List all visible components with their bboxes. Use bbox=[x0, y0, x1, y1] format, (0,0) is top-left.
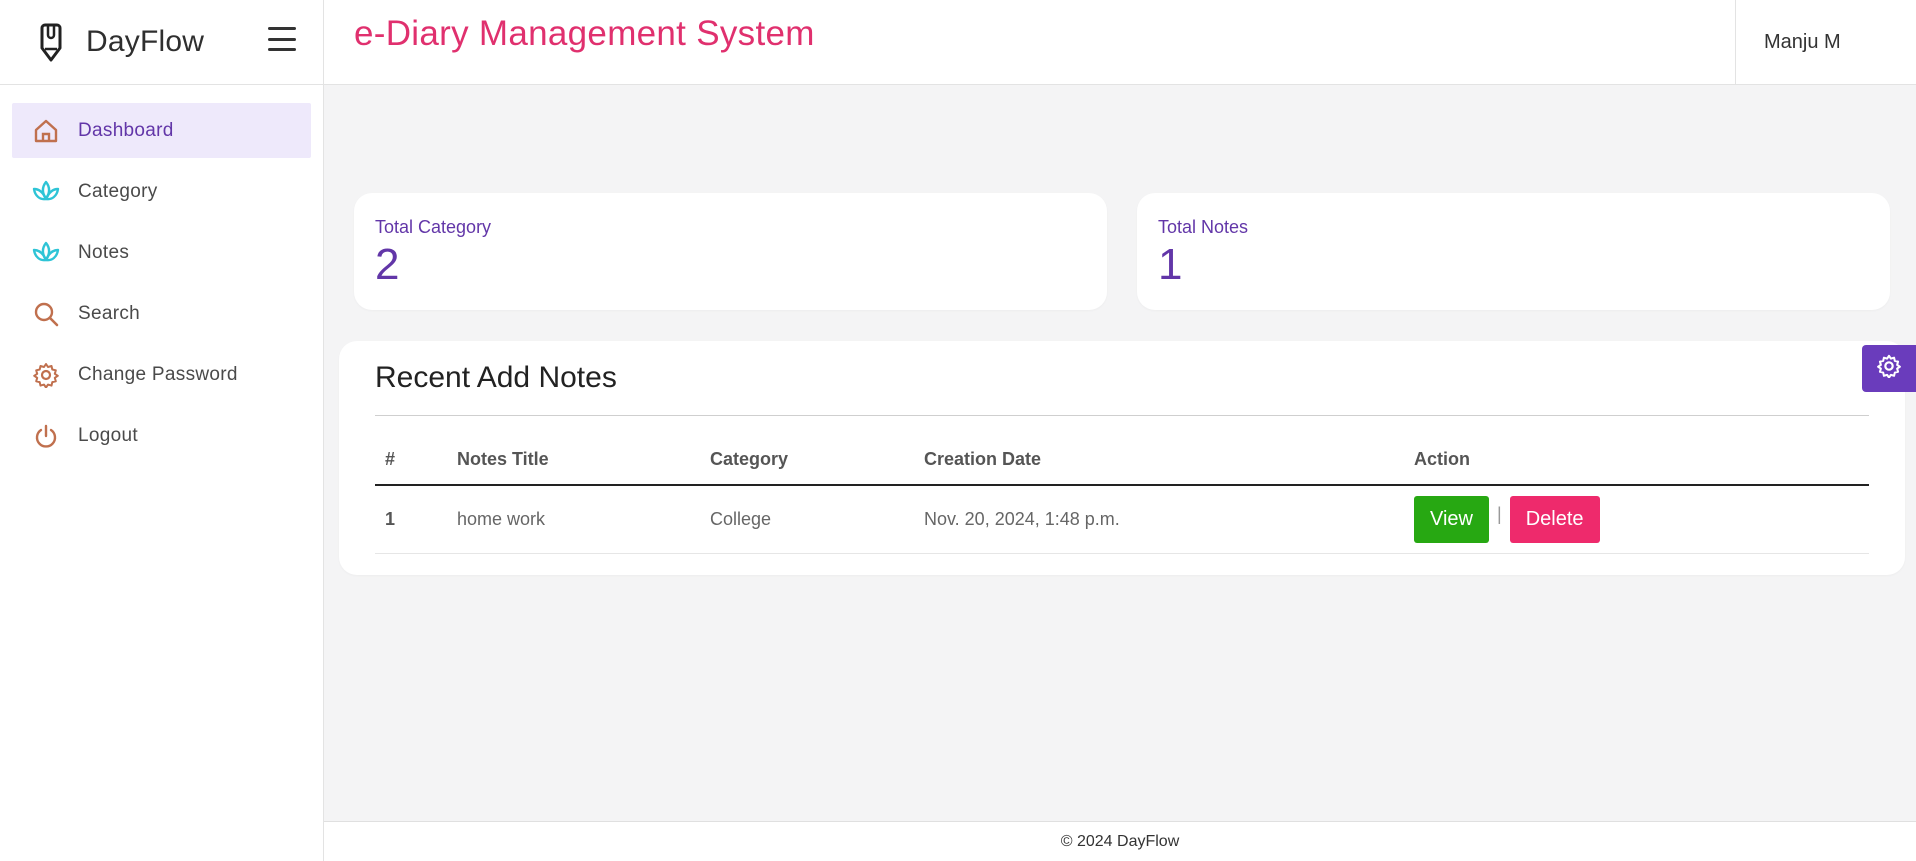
settings-toggle[interactable] bbox=[1862, 345, 1916, 392]
note-category: College bbox=[700, 485, 914, 554]
menu-toggle-icon[interactable] bbox=[268, 27, 296, 51]
gear-icon bbox=[1877, 354, 1901, 383]
sidebar-item-category[interactable]: Category bbox=[12, 164, 311, 219]
power-icon bbox=[32, 422, 60, 450]
pen-icon bbox=[36, 20, 66, 64]
notes-table: # Notes Title Category Creation Date Act… bbox=[375, 434, 1869, 554]
sidebar: DayFlow Dashboard Category Notes Search bbox=[0, 0, 324, 861]
row-actions: View | Delete bbox=[1404, 485, 1869, 554]
column-header-creation-date: Creation Date bbox=[914, 434, 1404, 486]
column-header-category: Category bbox=[700, 434, 914, 486]
stat-label: Total Category bbox=[375, 217, 492, 237]
sidebar-item-label: Logout bbox=[78, 424, 138, 446]
section-title: Recent Add Notes bbox=[375, 361, 1869, 416]
stat-value: 2 bbox=[375, 240, 400, 289]
table-header-row: # Notes Title Category Creation Date Act… bbox=[375, 434, 1869, 486]
sidebar-item-label: Search bbox=[78, 302, 141, 324]
footer-text: © 2024 DayFlow bbox=[1060, 832, 1180, 850]
action-separator: | bbox=[1497, 504, 1502, 524]
page-title: e-Diary Management System bbox=[354, 14, 815, 53]
sidebar-item-change-password[interactable]: Change Password bbox=[12, 347, 311, 402]
gear-icon bbox=[32, 361, 60, 389]
home-icon bbox=[32, 117, 60, 145]
note-title: home work bbox=[447, 485, 700, 554]
sidebar-item-logout[interactable]: Logout bbox=[12, 408, 311, 463]
row-number: 1 bbox=[375, 485, 447, 554]
sidebar-nav: Dashboard Category Notes Search Change P… bbox=[0, 85, 323, 463]
lotus-icon bbox=[32, 178, 60, 206]
stat-card-total-notes: Total Notes 1 bbox=[1137, 193, 1890, 310]
column-header-number: # bbox=[375, 434, 447, 486]
recent-notes-panel: Recent Add Notes # Notes Title Category … bbox=[339, 341, 1905, 575]
sidebar-item-label: Change Password bbox=[78, 363, 238, 385]
column-header-action: Action bbox=[1404, 434, 1869, 486]
sidebar-item-label: Notes bbox=[78, 241, 130, 263]
stat-card-total-category: Total Category 2 bbox=[354, 193, 1107, 310]
top-header: e-Diary Management System Manju M bbox=[324, 0, 1916, 85]
note-creation-date: Nov. 20, 2024, 1:48 p.m. bbox=[914, 485, 1404, 554]
search-icon bbox=[32, 300, 60, 328]
sidebar-item-dashboard[interactable]: Dashboard bbox=[12, 103, 311, 158]
sidebar-item-search[interactable]: Search bbox=[12, 286, 311, 341]
table-row: 1 home work College Nov. 20, 2024, 1:48 … bbox=[375, 485, 1869, 554]
view-button[interactable]: View bbox=[1414, 496, 1489, 543]
delete-button[interactable]: Delete bbox=[1509, 496, 1600, 543]
sidebar-item-label: Category bbox=[78, 180, 158, 202]
lotus-icon bbox=[32, 239, 60, 267]
user-menu[interactable]: Manju M bbox=[1735, 0, 1916, 85]
stat-value: 1 bbox=[1158, 240, 1183, 289]
brand-name: DayFlow bbox=[86, 25, 205, 58]
stat-label: Total Notes bbox=[1158, 217, 1249, 237]
column-header-notes-title: Notes Title bbox=[447, 434, 700, 486]
footer: © 2024 DayFlow bbox=[324, 821, 1916, 861]
sidebar-item-label: Dashboard bbox=[78, 119, 174, 141]
sidebar-item-notes[interactable]: Notes bbox=[12, 225, 311, 280]
